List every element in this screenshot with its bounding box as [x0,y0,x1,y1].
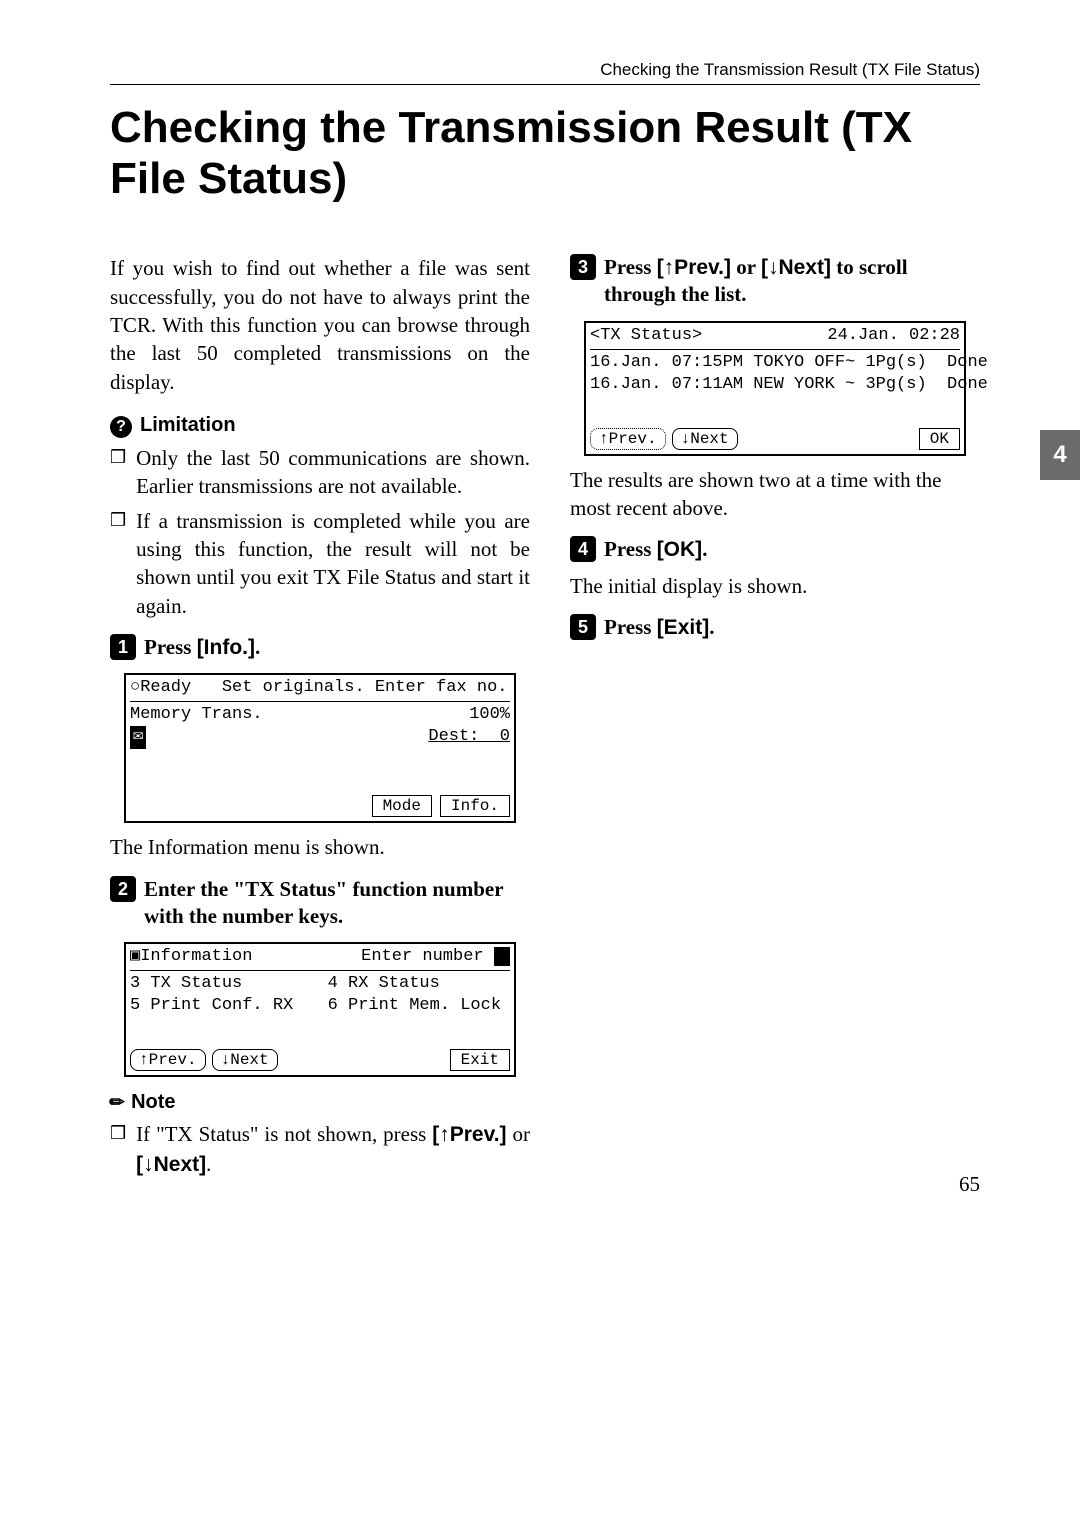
bullet-icon: ❒ [110,445,126,501]
left-column: If you wish to find out whether a file w… [110,254,530,1185]
lcd-screen-ready: ○Ready Set originals. Enter fax no. Memo… [124,673,516,823]
step-2: 2 Enter the "TX Status" function number … [110,876,530,931]
lcd-prev-button[interactable]: ↑Prev. [130,1049,206,1071]
right-column: 3 Press [↑Prev.] or [↓Next] to scroll th… [570,254,980,1185]
lcd-exit-button[interactable]: Exit [450,1049,510,1071]
lcd-text: Set originals. Enter fax no. [222,678,508,697]
lcd-mode-button[interactable]: Mode [372,795,432,817]
bullet-icon: ❒ [110,508,126,620]
lcd-result-row: 16.Jan. 07:15PM TOKYO OFF~ 1Pg(s) Done [590,352,960,374]
button-label: [↑Prev.] [432,1123,506,1146]
limitation-label: Limitation [140,414,236,437]
limitation-icon: ? [110,416,132,438]
step-text: . [255,635,260,659]
step-result-text: The initial display is shown. [570,572,980,600]
button-label: [OK] [657,538,703,561]
lcd-text: Memory Trans. [130,704,263,726]
bullet-icon: ❒ [110,1121,126,1179]
limitation-heading: ? Limitation [110,414,530,438]
note-item: ❒ If "TX Status" is not shown, press [↑P… [110,1120,530,1179]
step-5: 5 Press [Exit]. [570,614,980,641]
step-number-icon: 2 [110,876,136,902]
lcd-next-button[interactable]: ↓Next [212,1049,278,1071]
limitation-item: ❒ If a transmission is completed while y… [110,507,530,620]
step-number-icon: 4 [570,536,596,562]
step-result-text: The Information menu is shown. [110,833,530,861]
lcd-info-button[interactable]: Info. [440,795,510,817]
lcd-text: ○Ready [130,678,191,697]
limitation-item-text: If a transmission is completed while you… [136,507,530,620]
button-label: [↓Next] [136,1153,206,1176]
lcd-text: 100% [469,704,510,726]
lcd-menu-item[interactable]: 4 RX Status [328,973,440,995]
page-title: Checking the Transmission Result (TX Fil… [110,103,980,204]
step-number-icon: 1 [110,634,136,660]
running-head: Checking the Transmission Result (TX Fil… [110,60,980,85]
page-number: 65 [959,1172,980,1197]
button-label: [Info.] [197,636,255,659]
lcd-title-right: Enter number [361,946,510,968]
step-text: . [702,537,707,561]
limitation-item-text: Only the last 50 communications are show… [136,444,530,501]
button-label: [↓Next] [761,256,831,279]
chapter-tab: 4 [1040,430,1080,480]
step-text: Press [604,537,657,561]
note-text: or [507,1122,530,1146]
lcd-text: Dest: 0 [146,726,510,748]
lcd-menu-item[interactable]: 5 Print Conf. RX [130,995,328,1017]
step-text: Press [604,255,657,279]
step-4: 4 Press [OK]. [570,536,980,563]
limitation-item: ❒ Only the last 50 communications are sh… [110,444,530,501]
pencil-icon: ✎ [105,1090,131,1116]
step-result-text: The results are shown two at a time with… [570,466,980,523]
step-1: 1 Press [Info.]. [110,634,530,661]
step-text: . [709,615,714,639]
intro-text: If you wish to find out whether a file w… [110,254,530,396]
step-text: Press [144,635,197,659]
lcd-icon: ✉ [130,726,146,748]
note-heading: ✎ Note [110,1091,530,1114]
note-label: Note [131,1091,175,1114]
step-number-icon: 3 [570,254,596,280]
lcd-menu-item[interactable]: 3 TX Status [130,973,328,995]
lcd-title: ▣Information [130,946,252,968]
button-label: [Exit] [657,616,710,639]
lcd-menu-item[interactable]: 6 Print Mem. Lock [328,995,501,1017]
lcd-screen-tx-status: <TX Status> 24.Jan. 02:28 16.Jan. 07:15P… [584,321,966,456]
lcd-ok-button[interactable]: OK [919,428,960,450]
step-3: 3 Press [↑Prev.] or [↓Next] to scroll th… [570,254,980,309]
step-text: Press [604,615,657,639]
lcd-title: <TX Status> [590,325,702,347]
lcd-prev-button[interactable]: ↑Prev. [590,428,666,450]
lcd-timestamp: 24.Jan. 02:28 [827,325,960,347]
note-text: If "TX Status" is not shown, press [136,1122,432,1146]
note-text: . [206,1152,211,1176]
step-text: Enter the "TX Status" function number wi… [144,876,530,931]
lcd-screen-information: ▣Information Enter number 3 TX Status 4 … [124,942,516,1077]
step-text: or [731,255,761,279]
button-label: [↑Prev.] [657,256,731,279]
two-column-layout: If you wish to find out whether a file w… [110,254,980,1185]
step-number-icon: 5 [570,614,596,640]
lcd-next-button[interactable]: ↓Next [672,428,738,450]
lcd-result-row: 16.Jan. 07:11AM NEW YORK ~ 3Pg(s) Done [590,374,960,396]
